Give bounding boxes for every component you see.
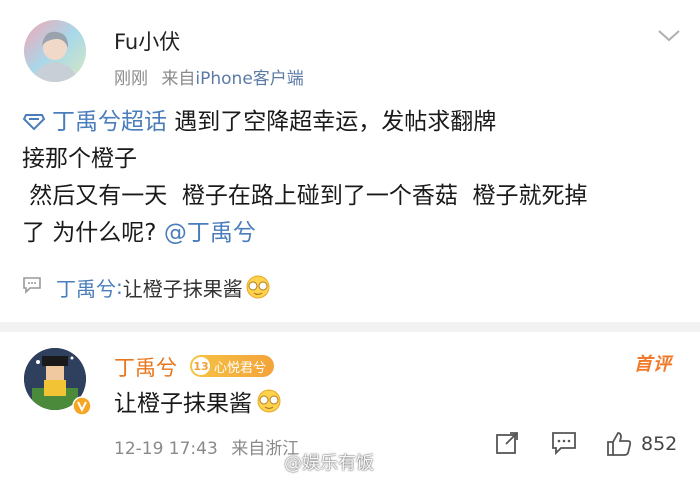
fan-badge[interactable]: 13 心悦君兮 [190, 355, 275, 377]
post-line-1-text: 遇到了空降超幸运，发帖求翻牌 [167, 109, 497, 135]
post-line-1: 丁禹兮超话 遇到了空降超幸运，发帖求翻牌 [22, 104, 682, 141]
topic-link[interactable]: 丁禹兮超话 [22, 109, 167, 135]
post-line-2: 接那个橙子 [22, 146, 137, 172]
comment-text-content: 让橙子抹果酱 [114, 391, 252, 417]
post-line-4-text: 了 为什么呢? [22, 220, 164, 246]
thumbs-up-icon [607, 432, 632, 456]
first-comment-tag: 首评 [634, 354, 672, 375]
post-meta: 刚刚 来自iPhone客户端 [114, 64, 304, 89]
comment-date: 12-19 17:43 [114, 439, 218, 459]
like-count: 852 [641, 433, 678, 455]
chevron-down-icon[interactable] [654, 26, 684, 46]
post-time: 刚刚 [114, 69, 148, 89]
super-topic-icon [22, 114, 46, 131]
post-line-4: 了 为什么呢? @丁禹兮 [22, 215, 682, 252]
comment-button[interactable] [550, 430, 578, 456]
comment-text: 让橙子抹果酱 [114, 384, 282, 418]
badge-level: 13 [192, 357, 210, 375]
share-button[interactable] [494, 430, 520, 456]
post-body: 丁禹兮超话 遇到了空降超幸运，发帖求翻牌 接那个橙子 然后又有一天 橙子在路上碰… [22, 104, 682, 252]
post-line-3: 然后又有一天 橙子在路上碰到了一个香菇 橙子就死掉 [22, 183, 588, 209]
section-divider [0, 322, 700, 332]
mention-link[interactable]: @丁禹兮 [164, 220, 256, 246]
post-username[interactable]: Fu小伏 [114, 26, 180, 56]
watermark-text: @娱乐有饭 [284, 453, 374, 474]
post-source-prefix: 来自 [161, 69, 196, 89]
comment-meta: 12-19 17:43 来自浙江 [114, 434, 299, 459]
comment-icon [552, 432, 576, 456]
laughing-tears-emoji [256, 388, 282, 414]
verified-badge-icon [72, 396, 92, 416]
quote-text: 让橙子抹果酱 [122, 276, 243, 301]
avatar-image [24, 20, 86, 82]
like-button[interactable]: 852 [605, 430, 677, 458]
laughing-tears-emoji [245, 274, 271, 300]
watermark: @娱乐有饭 [284, 449, 374, 475]
comment-quote-icon [22, 275, 42, 299]
post-author-avatar[interactable] [24, 20, 86, 82]
quote-sep: : [116, 275, 123, 299]
badge-text: 心悦君兮 [214, 360, 267, 376]
topic-text: 丁禹兮超话 [52, 109, 167, 135]
quote-author[interactable]: 丁禹兮 [56, 273, 116, 302]
share-icon [496, 432, 518, 454]
commenter-username[interactable]: 丁禹兮 [114, 352, 177, 382]
quoted-comment[interactable]: 丁禹兮: 让橙子抹果酱 [22, 270, 271, 304]
post-source[interactable]: iPhone客户端 [195, 69, 303, 89]
